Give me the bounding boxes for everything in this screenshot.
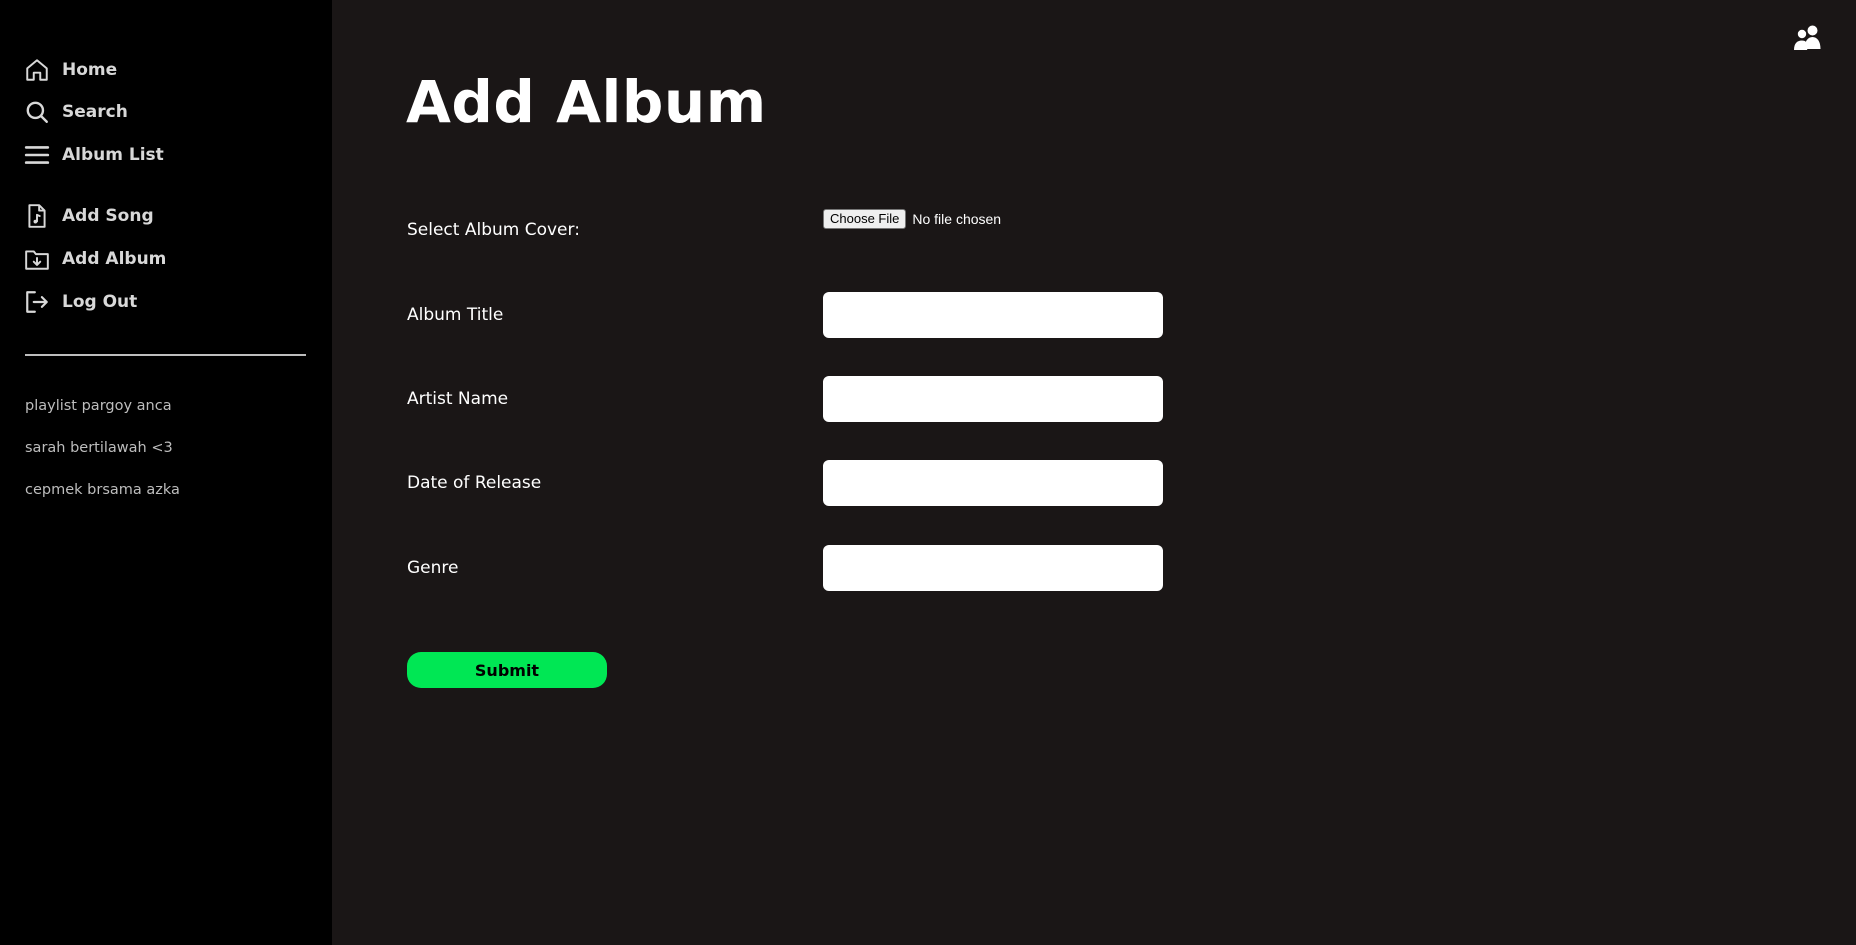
genre-label: Genre bbox=[407, 558, 459, 578]
nav-album-list-label: Album List bbox=[62, 145, 164, 165]
nav-add-song-label: Add Song bbox=[62, 206, 154, 226]
genre-input[interactable] bbox=[823, 545, 1163, 591]
nav-album-list[interactable]: Album List bbox=[24, 140, 164, 170]
folder-download-icon bbox=[24, 246, 50, 272]
release-date-label: Date of Release bbox=[407, 473, 542, 493]
album-cover-label: Select Album Cover: bbox=[407, 220, 580, 240]
nav-search-label: Search bbox=[62, 102, 128, 122]
sidebar-divider bbox=[25, 354, 306, 356]
home-icon bbox=[24, 57, 50, 83]
file-status-text: No file chosen bbox=[912, 211, 1002, 227]
release-date-input[interactable] bbox=[823, 460, 1163, 506]
album-cover-file-input[interactable]: Choose File No file chosen bbox=[823, 209, 1001, 229]
nav-add-album[interactable]: Add Album bbox=[24, 244, 166, 274]
nav-home[interactable]: Home bbox=[24, 55, 117, 85]
nav-log-out-label: Log Out bbox=[62, 292, 138, 312]
sidebar: Home Search Album List Add Song Add Albu… bbox=[0, 0, 332, 945]
nav-search[interactable]: Search bbox=[24, 97, 128, 127]
list-icon bbox=[24, 142, 50, 168]
music-file-icon bbox=[24, 203, 50, 229]
choose-file-button[interactable]: Choose File bbox=[823, 209, 907, 229]
album-title-input[interactable] bbox=[823, 292, 1163, 338]
artist-name-label: Artist Name bbox=[407, 389, 509, 409]
nav-add-song[interactable]: Add Song bbox=[24, 201, 154, 231]
submit-button[interactable]: Submit bbox=[407, 652, 607, 688]
album-title-label: Album Title bbox=[407, 305, 504, 325]
artist-name-input[interactable] bbox=[823, 376, 1163, 422]
page-title: Add Album bbox=[406, 68, 767, 136]
nav-log-out[interactable]: Log Out bbox=[24, 287, 137, 317]
playlist-item[interactable]: sarah bertilawah <3 bbox=[25, 440, 173, 456]
search-icon bbox=[24, 99, 50, 125]
playlist-item[interactable]: cepmek brsama azka bbox=[25, 482, 180, 498]
users-icon[interactable] bbox=[1792, 24, 1822, 52]
playlist-item[interactable]: playlist pargoy anca bbox=[25, 398, 172, 414]
logout-icon bbox=[24, 289, 50, 315]
nav-home-label: Home bbox=[62, 60, 118, 80]
nav-add-album-label: Add Album bbox=[62, 249, 167, 269]
